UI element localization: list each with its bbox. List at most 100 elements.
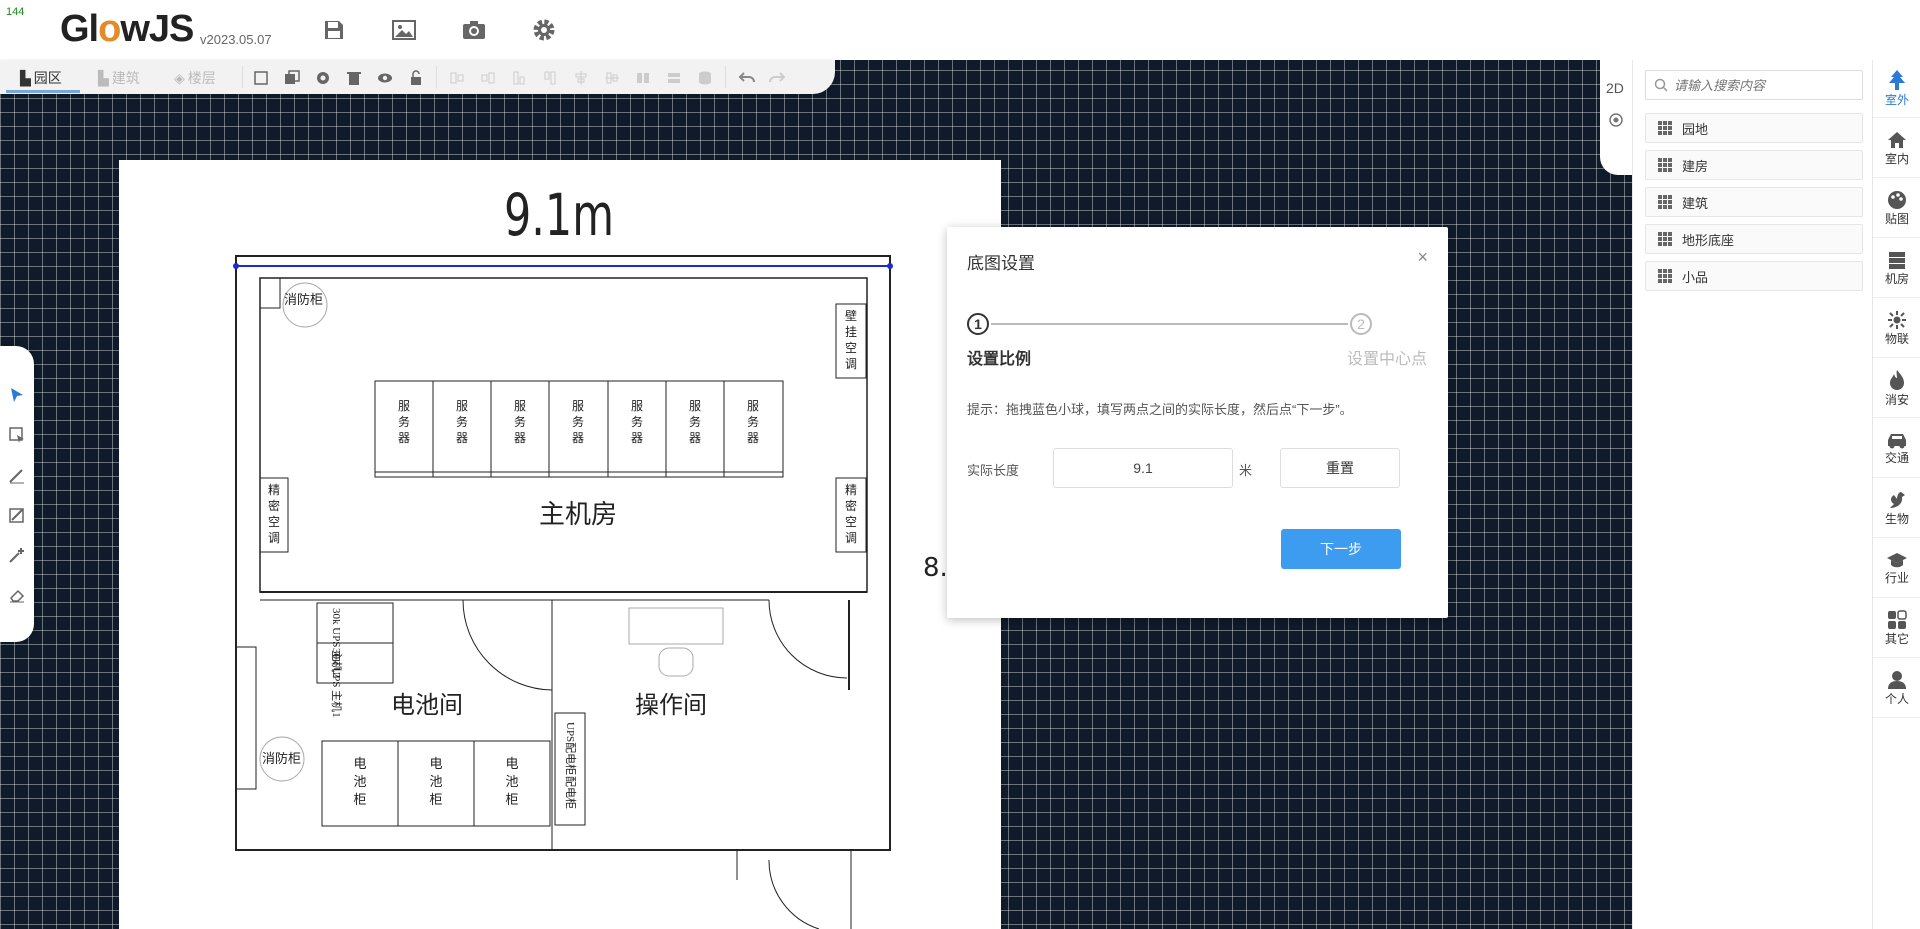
distribute-h-icon[interactable] bbox=[634, 69, 652, 87]
undo-icon[interactable] bbox=[738, 69, 756, 87]
tab-building[interactable]: ▙ 建筑 bbox=[98, 68, 140, 88]
align-middle-icon[interactable] bbox=[603, 69, 621, 87]
search-input[interactable] bbox=[1674, 77, 1854, 93]
copy-icon[interactable] bbox=[283, 69, 301, 87]
camera-icon[interactable] bbox=[460, 16, 488, 44]
dialog-title: 底图设置 bbox=[967, 254, 1035, 273]
redo-icon[interactable] bbox=[768, 69, 786, 87]
align-center-icon[interactable] bbox=[572, 69, 590, 87]
category-item[interactable]: 地形底座 bbox=[1645, 224, 1863, 254]
align-right-icon[interactable] bbox=[479, 69, 497, 87]
locate-icon[interactable] bbox=[1608, 112, 1624, 133]
sidebar-item-fire-safety[interactable]: 消安 bbox=[1873, 360, 1920, 418]
svg-text:服: 服 bbox=[456, 399, 468, 413]
svg-text:电: 电 bbox=[353, 756, 366, 771]
svg-text:服: 服 bbox=[747, 399, 759, 413]
basemap-settings-dialog: 底图设置 × 1 2 设置比例 设置中心点 提示：拖拽蓝色小球，填写两点之间的实… bbox=[947, 227, 1448, 618]
svg-text:挂: 挂 bbox=[845, 325, 857, 339]
sidebar-item-iot[interactable]: 物联 bbox=[1873, 300, 1920, 358]
tab-floor[interactable]: ◈ 楼层 bbox=[174, 68, 216, 88]
sidebar-item-indoor[interactable]: 室内 bbox=[1873, 120, 1920, 178]
svg-text:务: 务 bbox=[572, 414, 584, 429]
distribute-v-icon[interactable] bbox=[665, 69, 683, 87]
database-icon[interactable] bbox=[696, 69, 714, 87]
grid-icon bbox=[1658, 121, 1672, 135]
sidebar-item-traffic[interactable]: 交通 bbox=[1873, 420, 1920, 478]
search-icon bbox=[1654, 78, 1668, 92]
align-bottom-icon[interactable] bbox=[510, 69, 528, 87]
svg-text:池: 池 bbox=[353, 774, 366, 789]
sidebar-item-industry[interactable]: 行业 bbox=[1873, 540, 1920, 598]
lock-icon[interactable] bbox=[407, 69, 425, 87]
active-tab-indicator bbox=[6, 90, 80, 93]
reset-button[interactable]: 重置 bbox=[1280, 448, 1400, 488]
toolbar-separator bbox=[725, 66, 726, 88]
save-icon[interactable] bbox=[320, 16, 348, 44]
add-point-icon[interactable] bbox=[6, 544, 28, 566]
category-item[interactable]: 园地 bbox=[1645, 113, 1863, 143]
category-item[interactable]: 小品 bbox=[1645, 261, 1863, 291]
draw-line-icon[interactable] bbox=[6, 464, 28, 486]
sidebar-item-server-room[interactable]: 机房 bbox=[1873, 240, 1920, 298]
close-icon[interactable]: × bbox=[1417, 247, 1428, 268]
svg-text:柜: 柜 bbox=[353, 792, 366, 807]
app-logo: GlowJS bbox=[60, 8, 194, 50]
gear-icon[interactable] bbox=[314, 69, 332, 87]
image-icon[interactable] bbox=[390, 16, 418, 44]
sidebar-item-creature[interactable]: 生物 bbox=[1873, 480, 1920, 538]
eye-icon[interactable] bbox=[376, 69, 394, 87]
view-mode-button[interactable]: 2D bbox=[1606, 80, 1624, 96]
grid-icon bbox=[1658, 232, 1672, 246]
trash-icon[interactable] bbox=[345, 69, 363, 87]
svg-text:器: 器 bbox=[689, 431, 701, 445]
svg-text:精: 精 bbox=[268, 483, 280, 497]
user-icon bbox=[1888, 671, 1906, 689]
tab-park[interactable]: ▙ 园区 bbox=[20, 68, 62, 88]
svg-text:电: 电 bbox=[505, 756, 518, 771]
apps-icon bbox=[1888, 610, 1907, 629]
asset-panel: 园地 建房 建筑 地形底座 小品 bbox=[1632, 60, 1872, 929]
category-item[interactable]: 建筑 bbox=[1645, 187, 1863, 217]
sidebar-item-other[interactable]: 其它 bbox=[1873, 600, 1920, 658]
length-unit: 米 bbox=[1239, 463, 1253, 478]
select-icon[interactable] bbox=[252, 69, 270, 87]
sidebar-item-outdoor[interactable]: 室外 bbox=[1873, 60, 1920, 118]
next-step-button[interactable]: 下一步 bbox=[1281, 529, 1401, 569]
draw-rect-icon[interactable] bbox=[6, 504, 28, 526]
eraser-icon[interactable] bbox=[6, 584, 28, 606]
room-operation-label: 操作间 bbox=[635, 692, 707, 719]
toolbar-separator bbox=[242, 66, 243, 88]
svg-text:务: 务 bbox=[631, 414, 643, 429]
align-left-icon[interactable] bbox=[448, 69, 466, 87]
svg-text:服: 服 bbox=[631, 399, 643, 413]
svg-text:服: 服 bbox=[689, 399, 701, 413]
svg-text:务: 务 bbox=[689, 414, 701, 429]
svg-text:柜: 柜 bbox=[429, 792, 442, 807]
car-icon bbox=[1888, 434, 1906, 449]
svg-text:服: 服 bbox=[398, 399, 410, 413]
hint-text: 提示：拖拽蓝色小球，填写两点之间的实际长度，然后点“下一步”。 bbox=[967, 402, 1353, 417]
step-2-indicator: 2 bbox=[1350, 313, 1372, 335]
category-item[interactable]: 建房 bbox=[1645, 150, 1863, 180]
top-header: 144 GlowJS v2023.05.07 bbox=[0, 0, 1632, 60]
svg-text:精: 精 bbox=[845, 483, 857, 497]
home-icon bbox=[1888, 132, 1906, 148]
svg-text:30k UPS 主机1: 30k UPS 主机1 bbox=[330, 648, 344, 718]
gear-icon[interactable] bbox=[530, 16, 558, 44]
svg-text:器: 器 bbox=[398, 431, 410, 445]
svg-text:空: 空 bbox=[268, 515, 280, 529]
svg-text:务: 务 bbox=[398, 414, 410, 429]
grid-icon bbox=[1658, 269, 1672, 283]
view-panel: 2D bbox=[1600, 60, 1632, 175]
edit-toolbar: ▙ 园区 ▙ 建筑 ◈ 楼层 bbox=[0, 60, 835, 94]
select-box-icon[interactable] bbox=[6, 424, 28, 446]
svg-text:消防柜: 消防柜 bbox=[262, 751, 301, 766]
svg-text:池: 池 bbox=[429, 774, 442, 789]
svg-text:务: 务 bbox=[747, 414, 759, 429]
align-top-icon[interactable] bbox=[541, 69, 559, 87]
length-input[interactable] bbox=[1053, 448, 1233, 488]
sidebar-item-texture[interactable]: 贴图 bbox=[1873, 180, 1920, 238]
sidebar-item-personal[interactable]: 个人 bbox=[1873, 660, 1920, 718]
svg-text:调: 调 bbox=[268, 531, 280, 545]
pointer-icon[interactable] bbox=[6, 384, 28, 406]
